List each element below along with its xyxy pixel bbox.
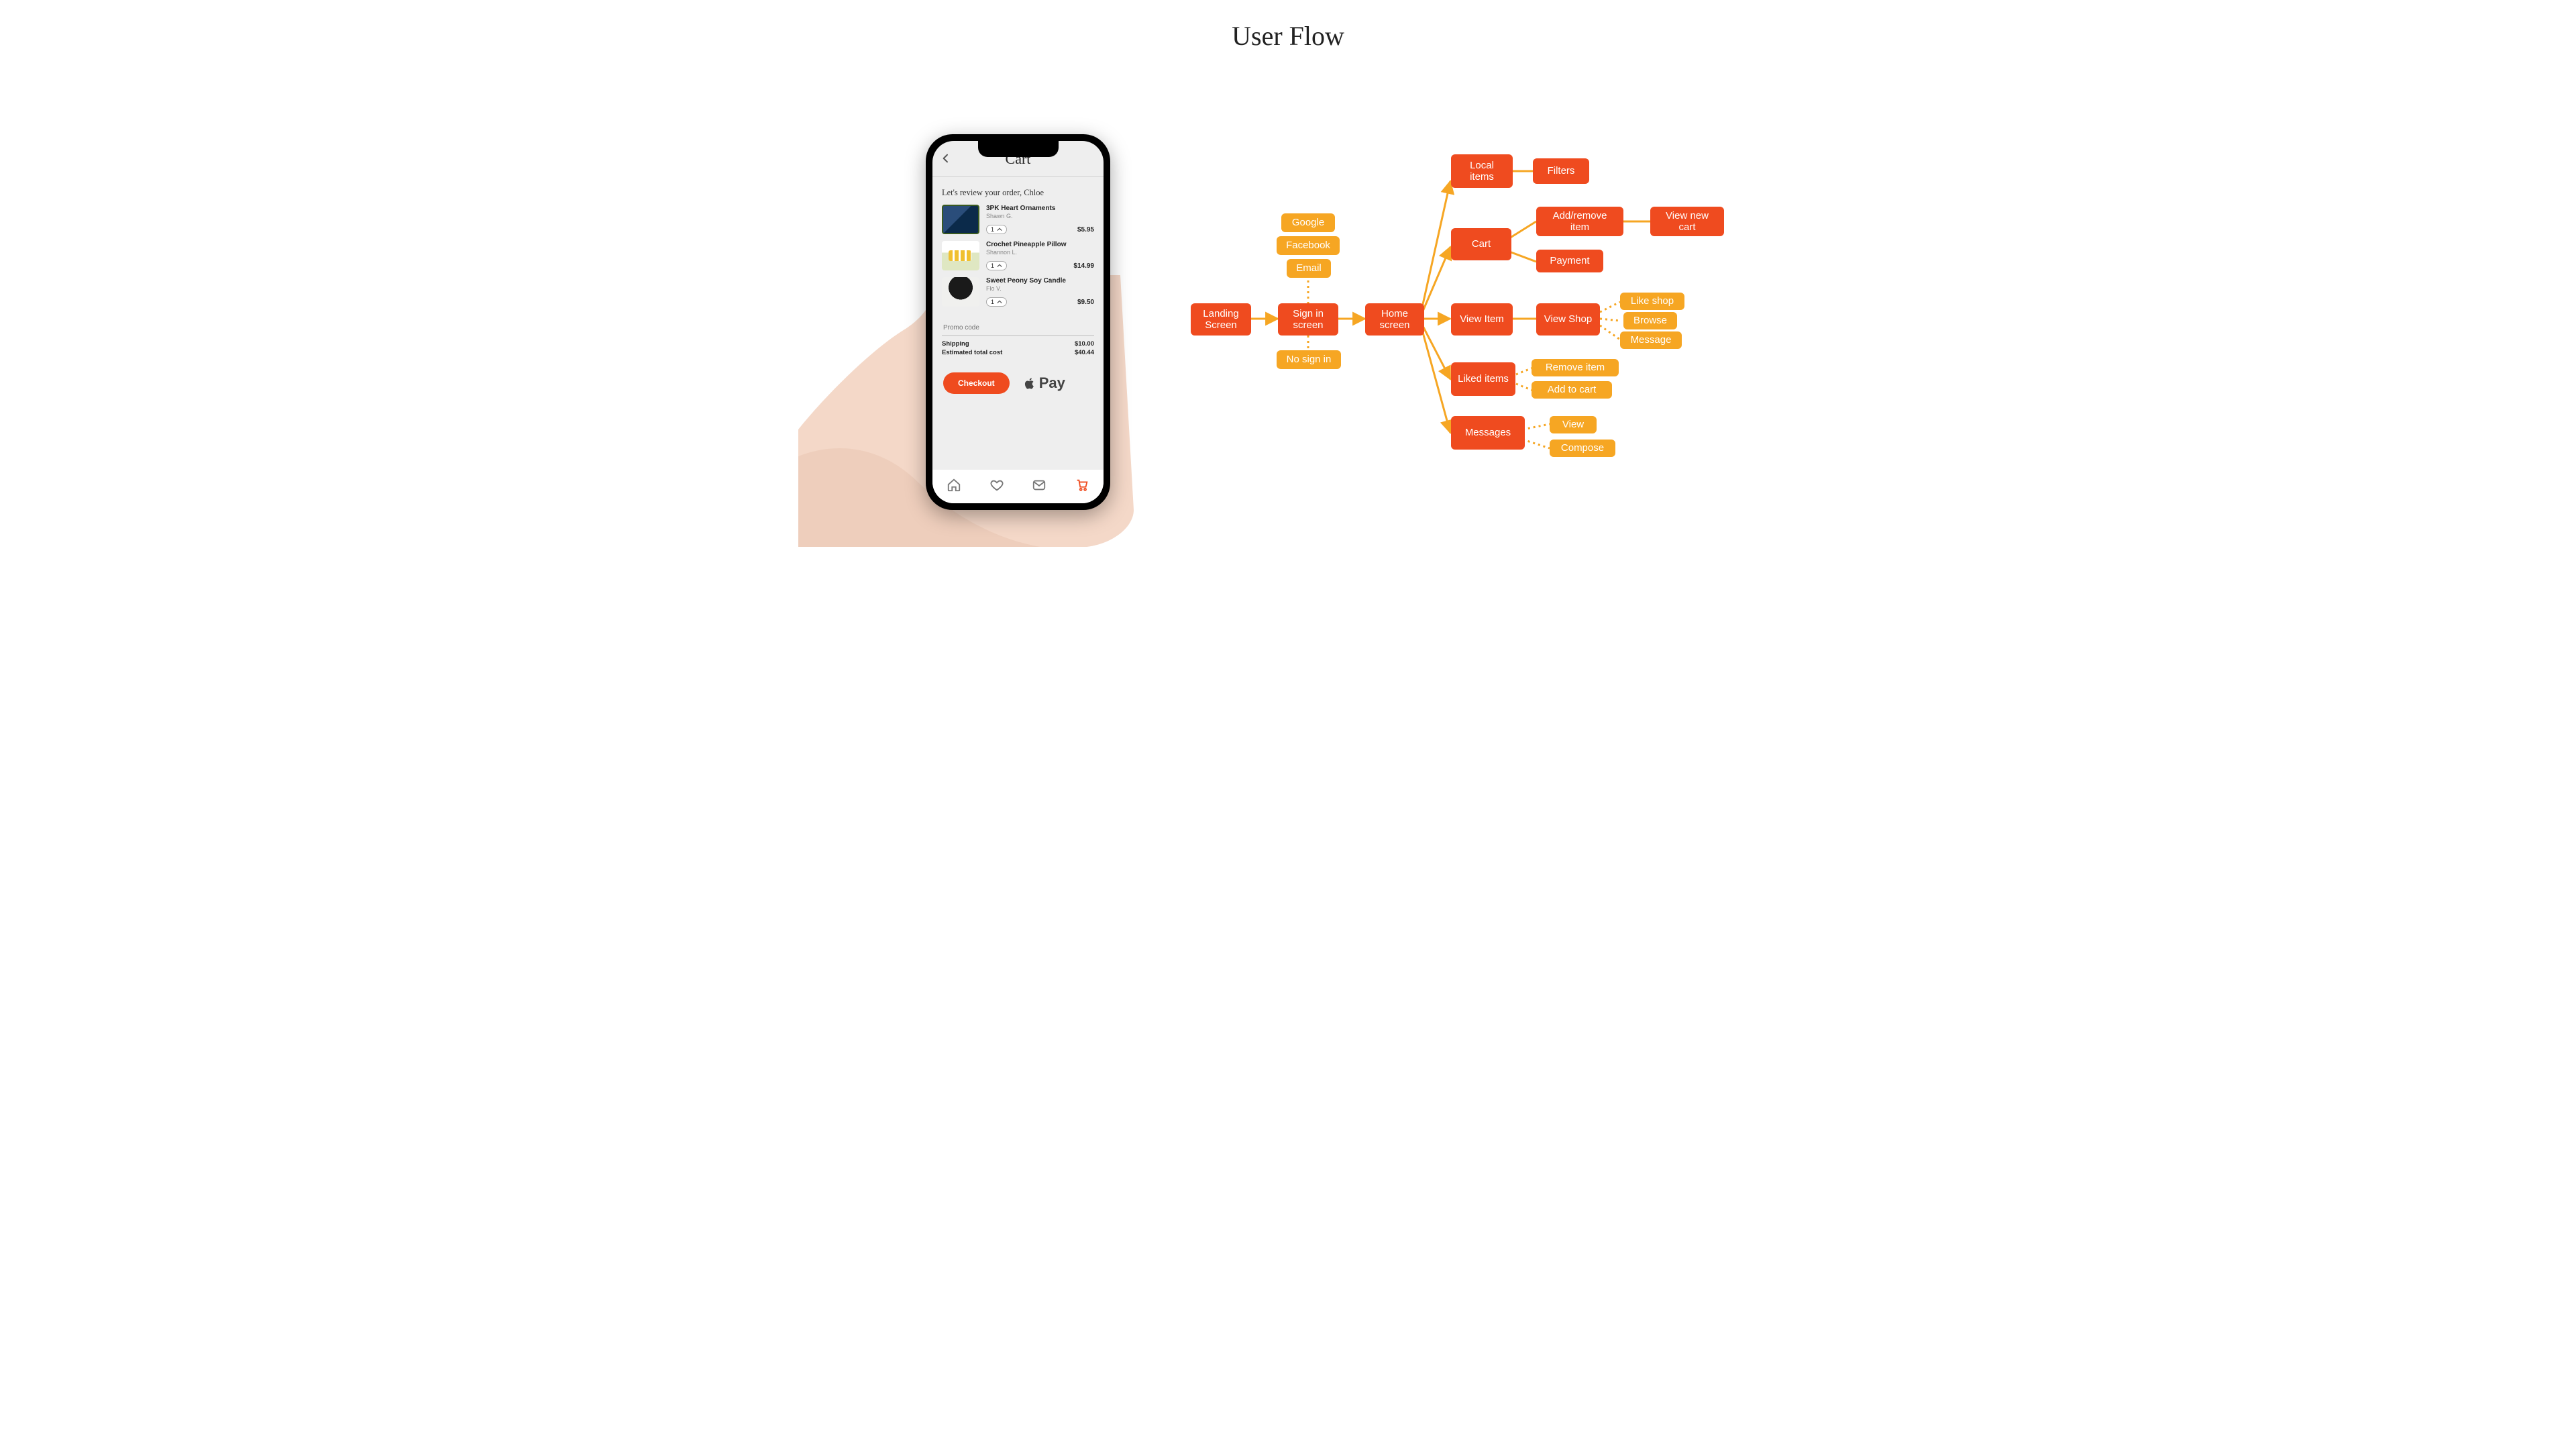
page-title: User Flow bbox=[798, 20, 1778, 52]
tab-cart[interactable] bbox=[1075, 478, 1089, 496]
quantity-value: 1 bbox=[991, 262, 994, 269]
node-facebook: Facebook bbox=[1277, 236, 1340, 255]
node-google: Google bbox=[1281, 213, 1335, 232]
node-liked-items: Liked items bbox=[1451, 362, 1515, 396]
node-cart: Cart bbox=[1451, 228, 1511, 260]
greeting-text: Let's review your order, Chloe bbox=[942, 188, 1094, 198]
product-seller: Shannon L. bbox=[986, 249, 1094, 256]
total-label: Estimated total cost bbox=[942, 349, 1002, 358]
quantity-stepper[interactable]: 1 bbox=[986, 225, 1007, 234]
node-no-sign-in: No sign in bbox=[1277, 350, 1341, 369]
node-browse: Browse bbox=[1623, 312, 1677, 329]
node-add-remove-item: Add/remove item bbox=[1536, 207, 1623, 236]
cart-row: Crochet Pineapple Pillow Shannon L. 1 $1… bbox=[942, 241, 1094, 270]
node-messages: Messages bbox=[1451, 416, 1525, 450]
product-name: Crochet Pineapple Pillow bbox=[986, 241, 1094, 248]
product-seller: Flo V. bbox=[986, 285, 1094, 292]
node-message: Message bbox=[1620, 331, 1682, 349]
chevron-up-icon bbox=[997, 299, 1002, 305]
cart-icon bbox=[1075, 478, 1089, 493]
shipping-label: Shipping bbox=[942, 340, 1002, 349]
node-compose: Compose bbox=[1550, 440, 1615, 457]
shipping-value: $10.00 bbox=[1075, 340, 1094, 349]
node-view-shop: View Shop bbox=[1536, 303, 1600, 336]
checkout-button[interactable]: Checkout bbox=[943, 372, 1010, 394]
quantity-value: 1 bbox=[991, 299, 994, 305]
hand-with-phone: Cart Let's review your order, Chloe 3PK … bbox=[798, 107, 1174, 547]
apple-icon bbox=[1023, 376, 1036, 390]
node-sign-in-screen: Sign in screen bbox=[1278, 303, 1338, 336]
node-home-screen: Home screen bbox=[1365, 303, 1424, 336]
mail-icon bbox=[1032, 478, 1046, 493]
product-price: $5.95 bbox=[1077, 226, 1094, 234]
node-landing-screen: Landing Screen bbox=[1191, 303, 1251, 336]
back-button[interactable] bbox=[941, 153, 951, 167]
total-value: $40.44 bbox=[1075, 349, 1094, 358]
node-like-shop: Like shop bbox=[1620, 293, 1684, 310]
heart-icon bbox=[989, 478, 1004, 493]
tab-likes[interactable] bbox=[989, 478, 1004, 496]
phone-notch bbox=[978, 141, 1059, 157]
product-price: $14.99 bbox=[1073, 262, 1094, 270]
phone-frame: Cart Let's review your order, Chloe 3PK … bbox=[926, 134, 1110, 510]
apple-pay-label: Pay bbox=[1039, 374, 1065, 392]
product-name: Sweet Peony Soy Candle bbox=[986, 277, 1094, 285]
node-filters: Filters bbox=[1533, 158, 1589, 184]
user-flow-diagram: Landing Screen Sign in screen Google Fac… bbox=[1187, 134, 1737, 483]
node-remove-item: Remove item bbox=[1532, 359, 1619, 376]
chevron-up-icon bbox=[997, 227, 1002, 232]
product-seller: Shawn G. bbox=[986, 213, 1094, 219]
node-view: View bbox=[1550, 416, 1597, 433]
quantity-value: 1 bbox=[991, 226, 994, 233]
product-thumb[interactable] bbox=[942, 205, 979, 234]
cart-row: 3PK Heart Ornaments Shawn G. 1 $5.95 bbox=[942, 205, 1094, 234]
product-thumb[interactable] bbox=[942, 241, 979, 270]
cart-row: Sweet Peony Soy Candle Flo V. 1 $9.50 bbox=[942, 277, 1094, 307]
node-view-new-cart: View new cart bbox=[1650, 207, 1724, 236]
node-add-to-cart: Add to cart bbox=[1532, 381, 1612, 399]
tab-home[interactable] bbox=[947, 478, 961, 496]
apple-pay-button[interactable]: Pay bbox=[1023, 374, 1065, 392]
promo-code-input[interactable] bbox=[942, 320, 1094, 336]
node-email: Email bbox=[1287, 259, 1331, 278]
cart-content: Let's review your order, Chloe 3PK Heart… bbox=[932, 177, 1104, 394]
order-totals: Shipping Estimated total cost $10.00 $40… bbox=[942, 340, 1094, 358]
node-view-item: View Item bbox=[1451, 303, 1513, 336]
node-payment: Payment bbox=[1536, 250, 1603, 272]
node-local-items: Local items bbox=[1451, 154, 1513, 188]
quantity-stepper[interactable]: 1 bbox=[986, 297, 1007, 307]
home-icon bbox=[947, 478, 961, 493]
product-name: 3PK Heart Ornaments bbox=[986, 205, 1094, 212]
phone-screen: Cart Let's review your order, Chloe 3PK … bbox=[932, 141, 1104, 503]
tab-messages[interactable] bbox=[1032, 478, 1046, 496]
quantity-stepper[interactable]: 1 bbox=[986, 261, 1007, 270]
chevron-up-icon bbox=[997, 263, 1002, 268]
product-price: $9.50 bbox=[1077, 299, 1094, 306]
tab-bar bbox=[932, 470, 1104, 503]
product-thumb[interactable] bbox=[942, 277, 979, 307]
chevron-left-icon bbox=[941, 153, 951, 164]
